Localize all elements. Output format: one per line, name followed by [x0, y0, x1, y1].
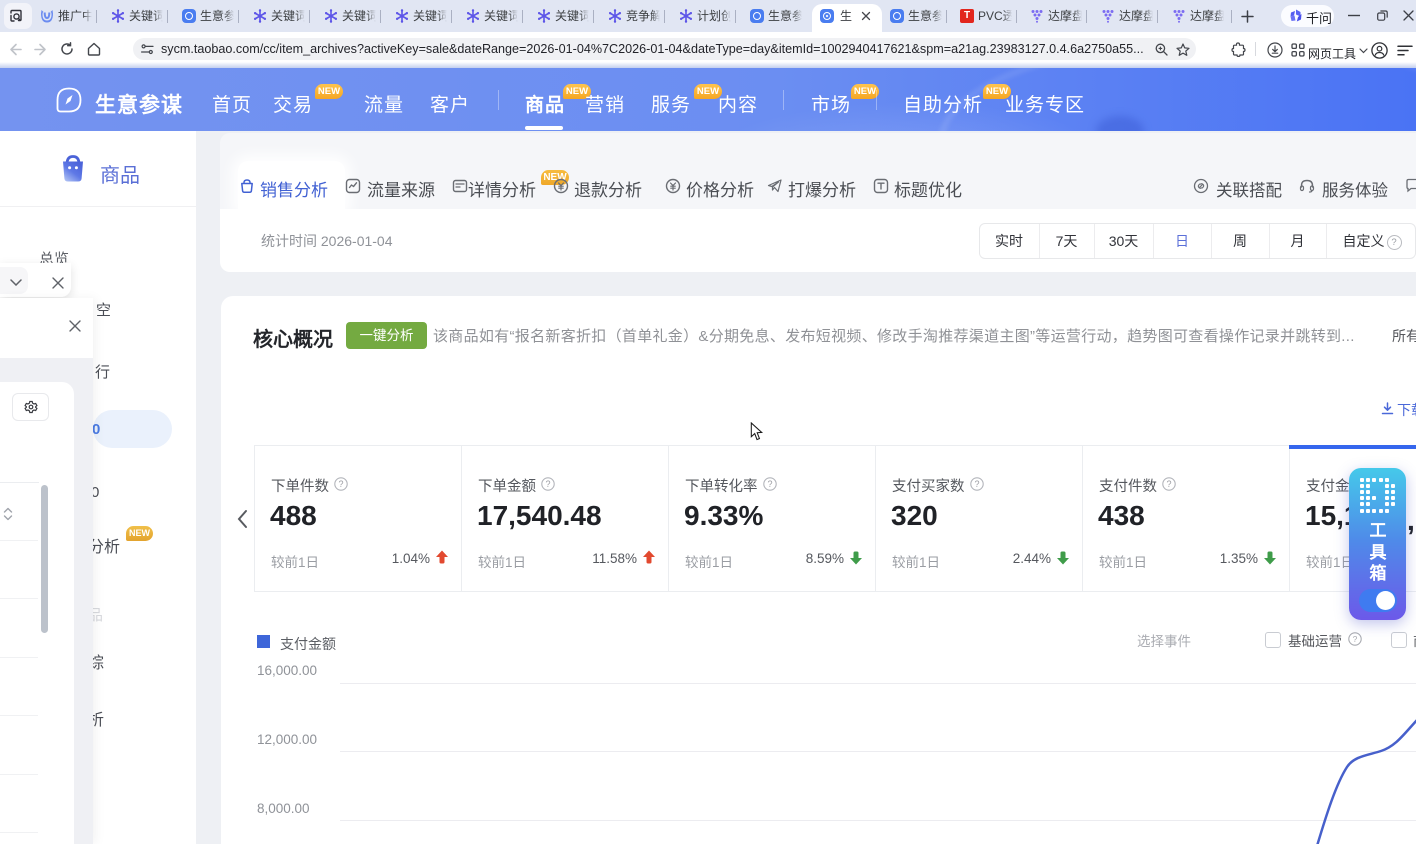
svg-text:?: ? — [767, 479, 772, 489]
svg-text:?: ? — [1166, 479, 1171, 489]
svg-text:?: ? — [974, 479, 979, 489]
svg-text:?: ? — [1353, 634, 1358, 644]
svg-text:?: ? — [545, 479, 550, 489]
svg-text:?: ? — [338, 479, 343, 489]
